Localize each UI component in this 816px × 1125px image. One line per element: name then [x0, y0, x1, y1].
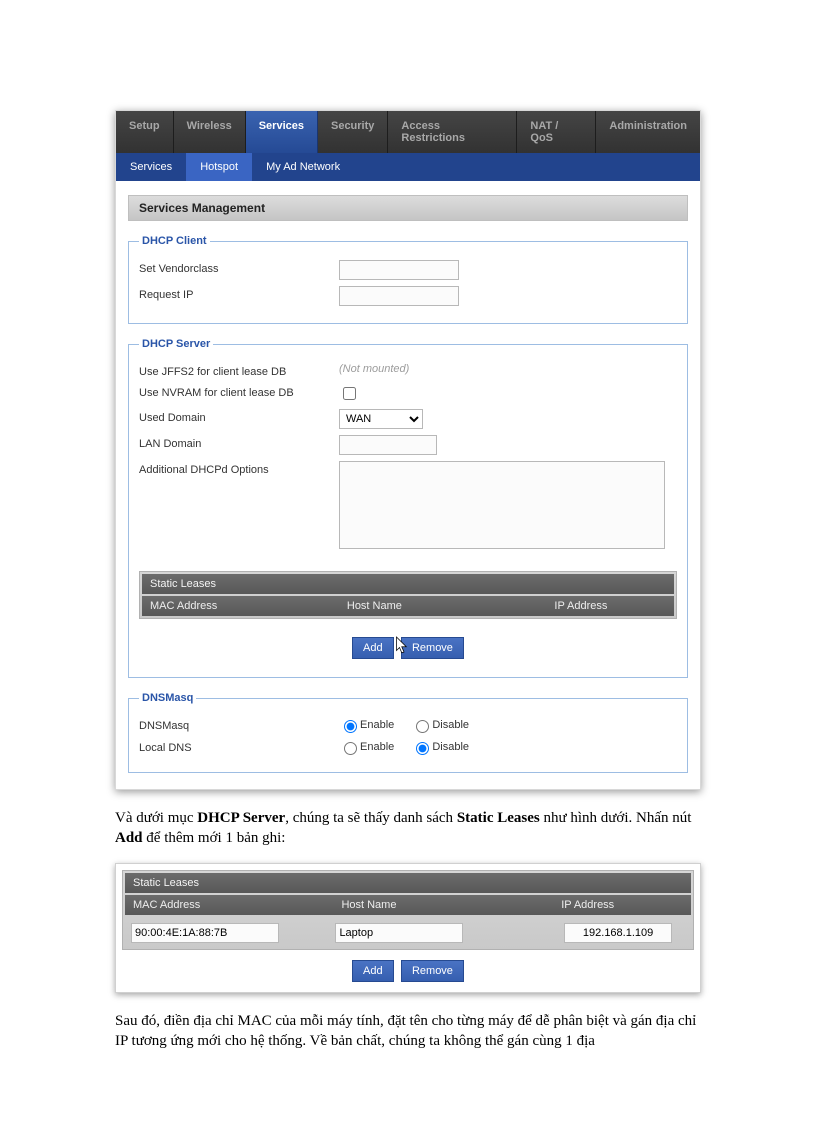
col-mac-address: MAC Address: [142, 596, 339, 616]
tab-nat-qos[interactable]: NAT / QoS: [517, 111, 596, 153]
legend-dnsmasq: DNSMasq: [139, 692, 196, 704]
textarea-additional-dhcpd-options[interactable]: [339, 461, 665, 549]
radio-group-dnsmasq: Enable Disable: [339, 717, 677, 733]
tab-security[interactable]: Security: [318, 111, 388, 153]
col-host-name-2: Host Name: [333, 895, 553, 915]
group-dhcp-server: DHCP Server Use JFFS2 for client lease D…: [128, 338, 688, 678]
label-local-dns: Local DNS: [139, 739, 339, 754]
remove-button[interactable]: Remove: [401, 637, 464, 659]
radio-label-disable: Disable: [432, 741, 469, 753]
tab-administration[interactable]: Administration: [596, 111, 700, 153]
body-paragraph-2: Sau đó, điền địa chỉ MAC của mỗi máy tín…: [115, 1011, 701, 1052]
remove-button-2[interactable]: Remove: [401, 960, 464, 982]
radio-group-local-dns: Enable Disable: [339, 739, 677, 755]
main-nav: Setup Wireless Services Security Access …: [116, 111, 700, 153]
subtab-services[interactable]: Services: [116, 153, 186, 181]
add-button[interactable]: Add: [352, 637, 394, 659]
tab-services[interactable]: Services: [246, 111, 318, 153]
group-dnsmasq: DNSMasq DNSMasq Enable Disable Local DNS…: [128, 692, 688, 773]
status-jffs2-not-mounted: (Not mounted): [339, 363, 677, 375]
label-lan-domain: LAN Domain: [139, 435, 339, 450]
radio-localdns-enable[interactable]: [344, 742, 357, 755]
static-leases-box-2: Static Leases MAC Address Host Name IP A…: [122, 870, 694, 950]
add-button-2[interactable]: Add: [352, 960, 394, 982]
tab-access-restrictions[interactable]: Access Restrictions: [388, 111, 517, 153]
subtab-my-ad-network[interactable]: My Ad Network: [252, 153, 354, 181]
select-used-domain[interactable]: WAN: [339, 409, 423, 429]
static-leases-title: Static Leases: [142, 574, 674, 594]
input-lease-host[interactable]: [335, 923, 463, 943]
section-title: Services Management: [128, 195, 688, 221]
router-admin-screenshot-1: Setup Wireless Services Security Access …: [115, 110, 701, 790]
sub-nav: Services Hotspot My Ad Network: [116, 153, 700, 181]
static-leases-screenshot-2: Static Leases MAC Address Host Name IP A…: [115, 863, 701, 993]
label-additional-dhcpd-options: Additional DHCPd Options: [139, 461, 339, 476]
static-leases-row: [125, 915, 691, 947]
body-paragraph-1: Và dưới mục DHCP Server, chúng ta sẽ thấ…: [115, 808, 701, 849]
radio-dnsmasq-disable[interactable]: [416, 720, 429, 733]
input-lease-ip[interactable]: [564, 923, 672, 943]
radio-dnsmasq-enable[interactable]: [344, 720, 357, 733]
legend-dhcp-server: DHCP Server: [139, 338, 213, 350]
legend-dhcp-client: DHCP Client: [139, 235, 210, 247]
subtab-hotspot[interactable]: Hotspot: [186, 153, 252, 181]
label-used-domain: Used Domain: [139, 409, 339, 424]
static-leases-header-2: MAC Address Host Name IP Address: [125, 895, 691, 915]
label-nvram: Use NVRAM for client lease DB: [139, 384, 339, 399]
input-request-ip[interactable]: [339, 286, 459, 306]
label-set-vendorclass: Set Vendorclass: [139, 260, 339, 275]
radio-localdns-disable[interactable]: [416, 742, 429, 755]
col-ip-address-2: IP Address: [553, 895, 691, 915]
col-host-name: Host Name: [339, 596, 547, 616]
label-dnsmasq: DNSMasq: [139, 717, 339, 732]
static-leases-title-2: Static Leases: [125, 873, 691, 893]
group-dhcp-client: DHCP Client Set Vendorclass Request IP: [128, 235, 688, 324]
tab-setup[interactable]: Setup: [116, 111, 174, 153]
leases-buttons-2: Add Remove: [122, 950, 694, 986]
checkbox-nvram[interactable]: [343, 387, 356, 400]
col-ip-address: IP Address: [546, 596, 674, 616]
label-jffs2: Use JFFS2 for client lease DB: [139, 363, 339, 378]
leases-buttons: Add Remove: [139, 619, 677, 663]
input-set-vendorclass[interactable]: [339, 260, 459, 280]
radio-label-enable: Enable: [360, 719, 394, 731]
radio-label-disable: Disable: [432, 719, 469, 731]
input-lease-mac[interactable]: [131, 923, 279, 943]
static-leases-header: MAC Address Host Name IP Address: [142, 596, 674, 616]
col-mac-address-2: MAC Address: [125, 895, 333, 915]
input-lan-domain[interactable]: [339, 435, 437, 455]
tab-wireless[interactable]: Wireless: [174, 111, 246, 153]
label-request-ip: Request IP: [139, 286, 339, 301]
radio-label-enable: Enable: [360, 741, 394, 753]
static-leases-box: Static Leases MAC Address Host Name IP A…: [139, 571, 677, 619]
